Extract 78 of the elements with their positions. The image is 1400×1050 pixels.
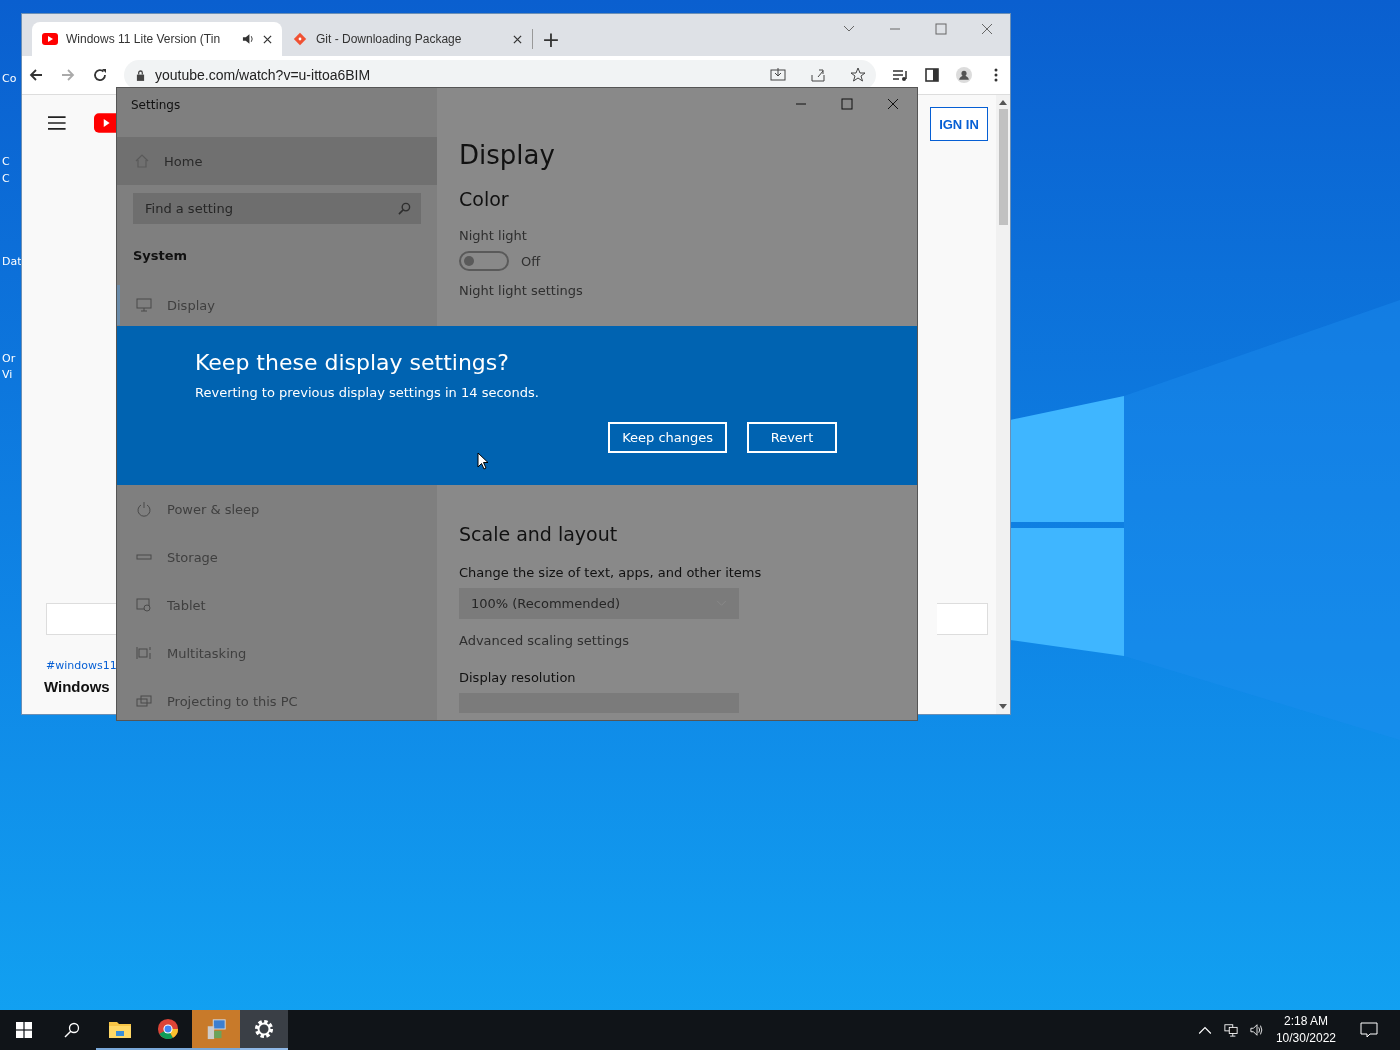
dialog-message: Reverting to previous display settings in 14 seconds. (195, 385, 540, 400)
search-field[interactable]: Find a setting (133, 193, 421, 224)
dialog-title: Keep these display settings? (195, 350, 510, 375)
comment-field[interactable] (46, 603, 117, 635)
desktop-icon-label[interactable]: C (2, 155, 10, 168)
keep-changes-button[interactable]: Keep changes (608, 422, 727, 453)
new-tab-button[interactable]: + (533, 22, 569, 56)
revert-button[interactable]: Revert (747, 422, 837, 453)
close-icon[interactable] (513, 34, 522, 44)
menu-icon[interactable] (48, 116, 66, 130)
nav-item[interactable]: Storage (117, 533, 437, 581)
nav-item[interactable]: Projecting to this PC (117, 677, 437, 720)
windows-icon (16, 1022, 32, 1038)
network-icon[interactable] (1223, 1023, 1238, 1037)
search-icon (64, 1022, 80, 1038)
power-icon (136, 501, 152, 517)
scroll-thumb[interactable] (998, 109, 1008, 225)
section-heading: Scale and layout (459, 523, 618, 545)
desktop-icon-label[interactable]: Dat (2, 255, 22, 268)
setting-label: Night light (459, 228, 527, 243)
window-title: Settings (130, 97, 182, 114)
toggle-switch[interactable] (459, 251, 509, 271)
share-icon[interactable] (810, 67, 826, 83)
star-icon[interactable] (850, 67, 866, 83)
desktop-icon-label[interactable]: C (2, 172, 10, 185)
reload-icon[interactable] (92, 67, 108, 83)
multitasking-icon (136, 645, 152, 661)
speaker-icon[interactable] (242, 33, 255, 45)
chrome-icon (157, 1018, 179, 1040)
close-icon[interactable] (887, 98, 899, 110)
desktop-icon-label[interactable]: Or (2, 352, 16, 365)
projector-icon (136, 693, 152, 709)
video-title: Windows (44, 678, 111, 695)
installer-icon (205, 1018, 227, 1040)
setting-label: Change the size of text, apps, and other items (459, 565, 762, 580)
browser-tab[interactable]: Windows 11 Lite Version (Tin (32, 22, 282, 56)
settings-link[interactable]: Night light settings (459, 283, 583, 298)
section-heading: System (132, 248, 189, 263)
hashtag-link[interactable]: #windows11 (46, 659, 117, 672)
section-heading: Color (459, 188, 509, 210)
search-icon (398, 202, 411, 215)
nav-item[interactable]: Power & sleep (117, 485, 437, 533)
play-icon[interactable] (93, 113, 117, 133)
close-icon[interactable] (263, 34, 272, 44)
side-panel-icon[interactable] (924, 67, 940, 83)
setting-label: Display resolution (459, 670, 576, 685)
cursor-icon (477, 452, 489, 470)
browser-tab[interactable]: Git - Downloading Package (282, 22, 532, 56)
taskbar-app[interactable] (240, 1010, 288, 1050)
back-icon[interactable] (28, 67, 44, 83)
monitor-icon (136, 297, 152, 313)
maximize-icon[interactable] (841, 98, 853, 110)
settings-icon (253, 1018, 275, 1040)
install-icon[interactable] (770, 67, 786, 83)
home-nav-item[interactable]: Home (117, 137, 437, 185)
volume-icon[interactable] (1249, 1023, 1264, 1037)
nav-item[interactable]: Tablet (117, 581, 437, 629)
sign-in-button[interactable]: IGN IN (930, 107, 988, 141)
scrollbar[interactable] (996, 95, 1010, 714)
profile-icon[interactable] (956, 67, 972, 83)
scroll-down-icon[interactable] (999, 704, 1007, 710)
play-icon (42, 32, 58, 46)
media-queue-icon[interactable] (892, 67, 908, 83)
lock-icon (136, 69, 145, 81)
settings-link[interactable]: Advanced scaling settings (459, 633, 629, 648)
nav-item[interactable]: Multitasking (117, 629, 437, 677)
tablet-icon (136, 597, 152, 613)
maximize-icon[interactable] (935, 23, 947, 35)
scale-dropdown[interactable]: 100% (Recommended) (459, 588, 739, 619)
desktop-icon-label[interactable]: Vi (2, 368, 13, 381)
page-heading: Display (459, 140, 555, 170)
address-bar[interactable]: youtube.com/watch?v=u-ittoa6BIM (124, 60, 876, 90)
scroll-up-icon[interactable] (999, 99, 1007, 105)
clock[interactable]: 2:18 AM 10/30/2022 (1275, 1013, 1336, 1047)
desktop-icon-label[interactable]: Co (2, 72, 17, 85)
toggle-state: Off (521, 253, 541, 269)
text-field[interactable] (937, 603, 988, 635)
notification-icon[interactable] (1360, 1022, 1378, 1038)
